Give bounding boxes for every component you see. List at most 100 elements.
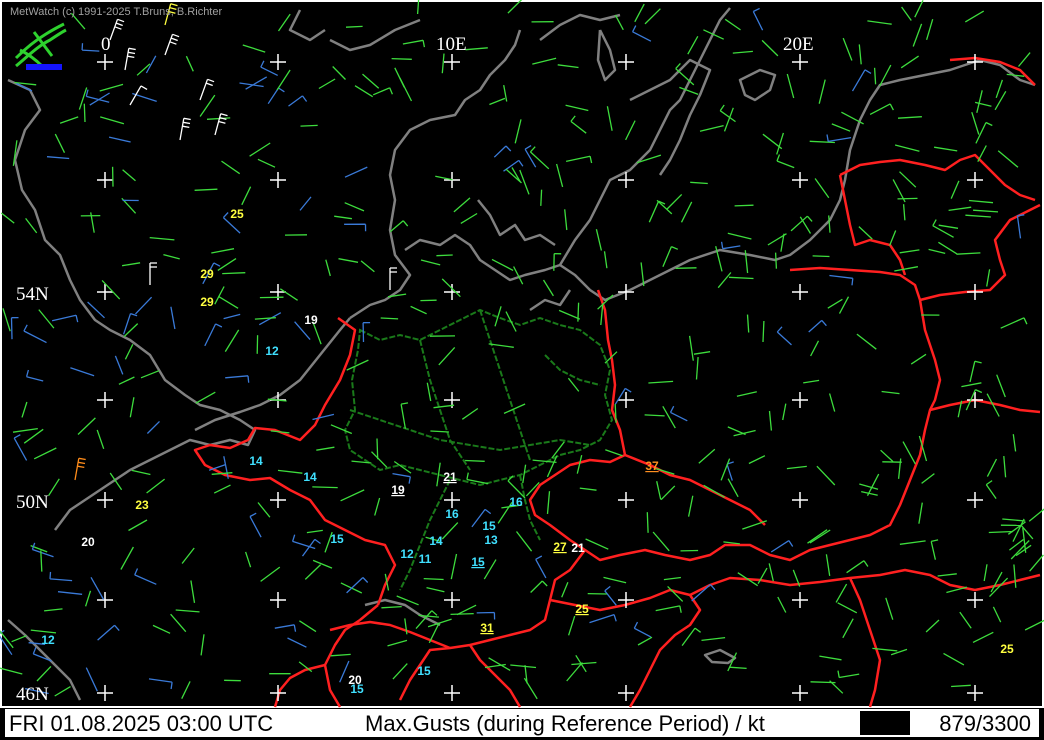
wind-barb xyxy=(762,133,783,150)
wind-barb xyxy=(925,619,940,633)
wind-barb xyxy=(78,87,88,110)
grid-cross xyxy=(967,685,983,701)
wind-barb xyxy=(971,112,980,135)
gust-value: 19 xyxy=(391,483,405,497)
wind-barb xyxy=(881,390,900,395)
wind-barb xyxy=(655,605,682,613)
national-borders xyxy=(193,56,1041,708)
lat-label-46n: 46N xyxy=(16,684,49,705)
wind-barb xyxy=(40,550,43,572)
wind-barb xyxy=(956,252,981,255)
wind-barb xyxy=(90,576,105,600)
wind-barb xyxy=(36,665,52,682)
wind-barb xyxy=(389,267,397,290)
wind-barb xyxy=(48,478,60,496)
wind-barb xyxy=(402,39,426,48)
wind-barb xyxy=(299,196,312,211)
wind-barb xyxy=(644,8,661,25)
wind-barb xyxy=(381,605,402,609)
wind-barb xyxy=(121,262,141,267)
gust-value: 19 xyxy=(304,313,318,327)
wind-barb xyxy=(257,502,271,518)
wind-barb xyxy=(777,596,787,613)
wind-barb xyxy=(426,586,445,593)
wind-barb xyxy=(761,39,779,57)
wind-barbs xyxy=(0,0,1044,700)
wind-barb xyxy=(489,97,506,106)
coastlines xyxy=(7,7,1036,701)
wind-barb xyxy=(300,124,318,127)
grid-cross xyxy=(967,284,983,300)
grid-cross xyxy=(270,172,286,188)
grid-cross xyxy=(792,685,808,701)
wind-barb xyxy=(662,246,679,268)
gust-value: 21 xyxy=(443,470,457,484)
status-bar: FRI 01.08.2025 03:00 UTC Max.Gusts (duri… xyxy=(4,708,1040,738)
grid-cross xyxy=(97,392,113,408)
wind-barb xyxy=(964,10,985,23)
wind-barb xyxy=(555,163,564,188)
wind-barb xyxy=(426,382,432,402)
weather-map[interactable]: 25292919121414 211937161615132320 15 14 27 21… xyxy=(0,0,1044,740)
grid-cross xyxy=(444,284,460,300)
grid-cross xyxy=(97,685,113,701)
wind-barb xyxy=(372,87,394,96)
wind-barb xyxy=(994,90,1007,111)
wind-barb xyxy=(809,529,831,544)
wind-barb xyxy=(553,252,562,271)
wind-barb xyxy=(799,216,812,234)
grid-cross xyxy=(270,592,286,608)
wind-barb xyxy=(0,212,15,224)
wind-barb xyxy=(277,469,303,474)
wind-barb xyxy=(185,55,194,72)
wind-barb xyxy=(687,35,699,55)
metwatch-logo-icon[interactable] xyxy=(12,20,68,72)
wind-barb xyxy=(968,199,994,204)
wind-barb xyxy=(688,335,694,361)
wind-barb xyxy=(190,580,196,604)
wind-barb xyxy=(867,20,892,25)
wind-barb xyxy=(124,47,136,71)
wind-barb xyxy=(338,258,359,263)
wind-barb xyxy=(938,224,959,229)
wind-barb xyxy=(529,146,550,170)
wind-barb xyxy=(997,150,1019,168)
wind-barb xyxy=(976,90,983,113)
gust-value: 15 xyxy=(482,519,496,533)
wind-barb xyxy=(114,355,124,375)
grid-cross xyxy=(618,392,634,408)
wind-barb xyxy=(483,559,497,580)
wind-barb xyxy=(1029,554,1044,572)
gust-value: 37 xyxy=(645,459,659,473)
wind-barb xyxy=(181,547,195,564)
wind-barb xyxy=(992,606,1002,623)
wind-barb xyxy=(345,25,363,28)
wind-barb xyxy=(54,686,71,697)
wind-barb xyxy=(146,420,160,434)
wind-barb xyxy=(96,429,105,450)
wind-barb xyxy=(803,379,820,384)
wind-barb xyxy=(977,145,987,163)
wind-barb xyxy=(717,272,732,289)
wind-barb xyxy=(466,472,489,485)
wind-barb xyxy=(360,260,375,273)
wind-barb xyxy=(13,434,28,461)
wind-barb xyxy=(441,53,445,74)
wind-barb xyxy=(25,218,38,234)
wind-barb xyxy=(888,230,897,246)
wind-barb xyxy=(1012,434,1017,452)
wind-barb xyxy=(99,83,124,92)
wind-barb xyxy=(54,133,66,153)
wind-barb xyxy=(835,583,848,603)
wind-barb xyxy=(57,591,83,595)
wind-barb xyxy=(44,608,63,612)
wind-barb xyxy=(195,391,216,404)
wind-barb xyxy=(985,480,997,499)
wind-barb xyxy=(698,448,716,464)
wind-barb xyxy=(827,298,843,309)
wind-barb xyxy=(279,288,298,301)
gust-value: 11 xyxy=(419,552,432,566)
wind-barb xyxy=(912,23,923,47)
wind-barb xyxy=(420,259,441,266)
wind-barb xyxy=(950,180,960,199)
